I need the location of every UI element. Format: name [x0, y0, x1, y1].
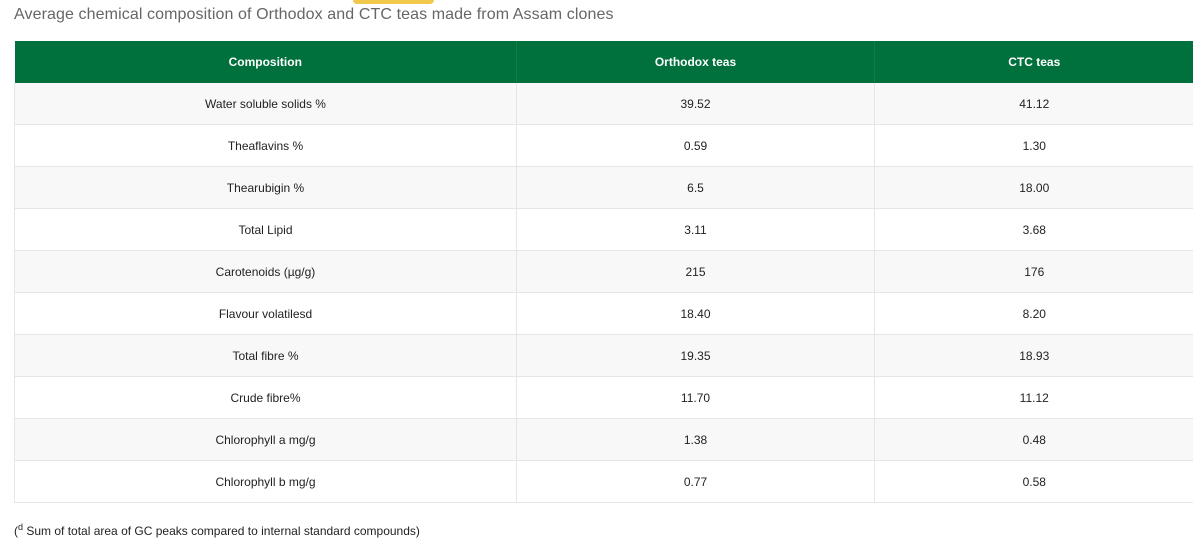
page: Average chemical composition of Orthodox… — [0, 0, 1193, 560]
header-composition: Composition — [14, 41, 517, 83]
table-row: Water soluble solids % 39.52 41.12 — [14, 83, 1193, 125]
cell-ctc: 18.93 — [874, 334, 1193, 377]
table-row: Crude fibre% 11.70 11.12 — [14, 376, 1193, 419]
table-caption: Average chemical composition of Orthodox… — [14, 6, 614, 23]
cell-composition: Chlorophyll b mg/g — [14, 460, 517, 503]
cell-composition: Flavour volatilesd — [14, 292, 517, 335]
cell-orthodox: 19.35 — [516, 334, 875, 377]
cell-orthodox: 11.70 — [516, 376, 875, 419]
cell-orthodox: 1.38 — [516, 418, 875, 461]
cell-ctc: 3.68 — [874, 208, 1193, 251]
composition-table: Composition Orthodox teas CTC teas Water… — [14, 41, 1193, 503]
cell-composition: Carotenoids (µg/g) — [14, 250, 517, 293]
cell-composition: Thearubigin % — [14, 166, 517, 209]
table-row: Total fibre % 19.35 18.93 — [14, 334, 1193, 377]
cell-composition: Water soluble solids % — [14, 83, 517, 125]
cell-orthodox: 0.77 — [516, 460, 875, 503]
table-row: Theaflavins % 0.59 1.30 — [14, 124, 1193, 167]
table-row: Chlorophyll b mg/g 0.77 0.58 — [14, 460, 1193, 503]
cell-ctc: 8.20 — [874, 292, 1193, 335]
cell-orthodox: 6.5 — [516, 166, 875, 209]
cell-orthodox: 3.11 — [516, 208, 875, 251]
cell-ctc: 176 — [874, 250, 1193, 293]
cell-ctc: 41.12 — [874, 83, 1193, 125]
cell-ctc: 0.48 — [874, 418, 1193, 461]
cell-composition: Total fibre % — [14, 334, 517, 377]
cell-orthodox: 215 — [516, 250, 875, 293]
cell-composition: Total Lipid — [14, 208, 517, 251]
highlight-tab — [353, 0, 434, 4]
cell-orthodox: 18.40 — [516, 292, 875, 335]
table-row: Flavour volatilesd 18.40 8.20 — [14, 292, 1193, 335]
header-orthodox-teas: Orthodox teas — [516, 41, 875, 83]
cell-ctc: 18.00 — [874, 166, 1193, 209]
cell-ctc: 11.12 — [874, 376, 1193, 419]
header-ctc-teas: CTC teas — [874, 41, 1193, 83]
footnote-text: Sum of total area of GC peaks compared t… — [23, 524, 420, 538]
table-row: Total Lipid 3.11 3.68 — [14, 208, 1193, 251]
cell-orthodox: 0.59 — [516, 124, 875, 167]
cell-composition: Theaflavins % — [14, 124, 517, 167]
table-header-row: Composition Orthodox teas CTC teas — [14, 41, 1193, 83]
cell-orthodox: 39.52 — [516, 83, 875, 125]
cell-ctc: 1.30 — [874, 124, 1193, 167]
table-footnote: (d Sum of total area of GC peaks compare… — [14, 522, 420, 538]
cell-composition: Crude fibre% — [14, 376, 517, 419]
cell-ctc: 0.58 — [874, 460, 1193, 503]
table-row: Carotenoids (µg/g) 215 176 — [14, 250, 1193, 293]
table-row: Thearubigin % 6.5 18.00 — [14, 166, 1193, 209]
table-row: Chlorophyll a mg/g 1.38 0.48 — [14, 418, 1193, 461]
cell-composition: Chlorophyll a mg/g — [14, 418, 517, 461]
